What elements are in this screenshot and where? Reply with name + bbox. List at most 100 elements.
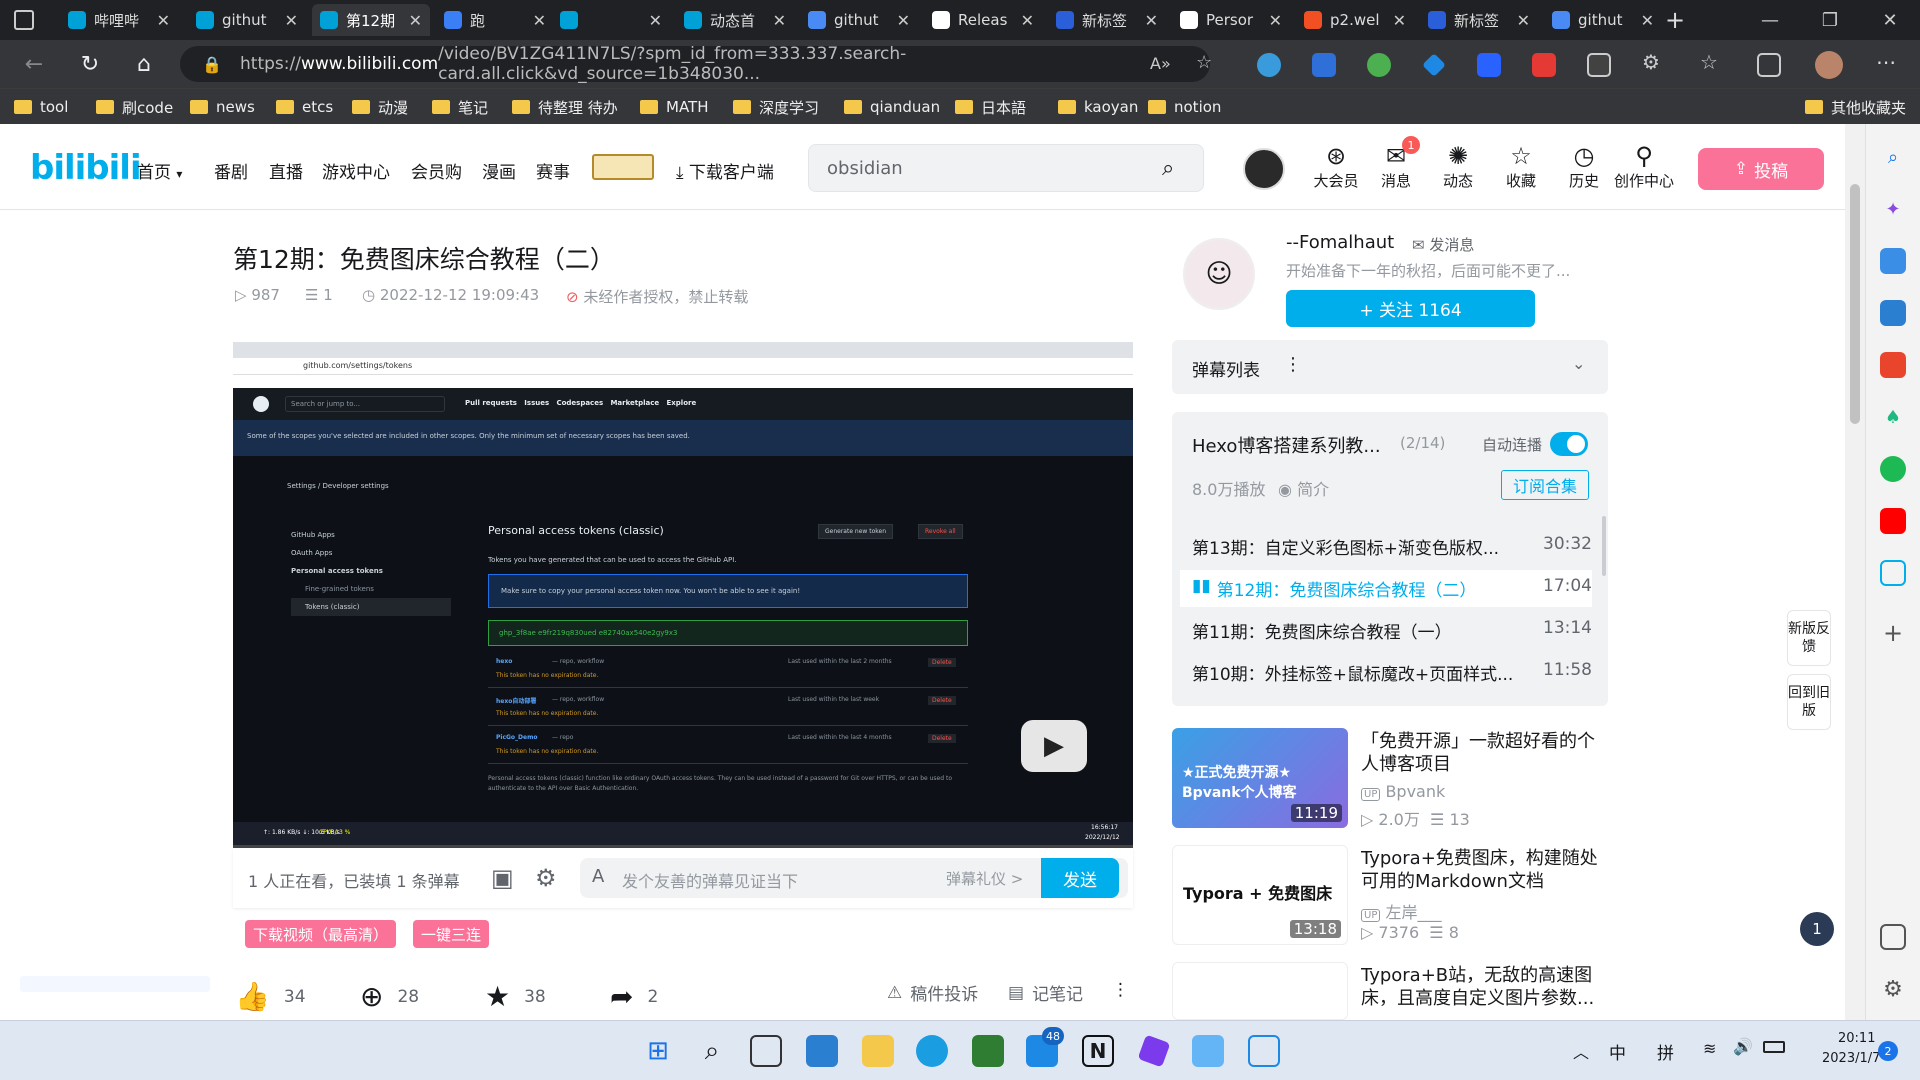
bookmark-folder[interactable]: MATH	[640, 95, 708, 119]
sidebar-toggle-icon[interactable]	[1880, 924, 1906, 950]
copilot-icon[interactable]: ✦	[1880, 196, 1906, 222]
playlist-title[interactable]: Hexo博客搭建系列教...	[1192, 432, 1381, 458]
new-tab-button[interactable]: +	[1665, 6, 1685, 34]
add-icon[interactable]: +	[1880, 619, 1906, 647]
browser-tab[interactable]: githut ✕	[188, 4, 306, 36]
close-tab-icon[interactable]: ✕	[1021, 11, 1034, 30]
recommend-thumbnail[interactable]: ★正式免费开源★ Bpvank个人博客 11:19	[1172, 728, 1348, 828]
nav-mall[interactable]: 会员购	[411, 158, 462, 183]
chevron-down-icon[interactable]: ⌄	[1572, 354, 1585, 373]
clock-time[interactable]: 20:11	[1838, 1031, 1875, 1046]
task-view-icon[interactable]	[750, 1035, 782, 1067]
bookmark-folder[interactable]: 动漫	[352, 95, 408, 119]
feedback-button[interactable]: 新版反馈	[1787, 610, 1831, 666]
close-tab-icon[interactable]: ✕	[1393, 11, 1406, 30]
search-icon[interactable]: ⌕	[696, 1035, 728, 1067]
spotify-icon[interactable]	[1880, 456, 1906, 482]
nav-game-center[interactable]: 游戏中心	[322, 158, 390, 183]
clock-date[interactable]: 2023/1/7	[1822, 1051, 1880, 1066]
playlist-episode[interactable]: 第11期：免费图床综合教程（一） 13:14	[1192, 618, 1592, 643]
bookmark-folder[interactable]: 深度学习	[733, 95, 819, 119]
shopping-icon[interactable]	[1880, 248, 1906, 274]
close-tab-icon[interactable]: ✕	[1517, 11, 1530, 30]
ime-mode[interactable]: 中	[1609, 1039, 1626, 1064]
video-player[interactable]: github.com/settings/tokens Search or jum…	[233, 342, 1133, 848]
battery-icon[interactable]	[1763, 1041, 1785, 1053]
bookmark-folder[interactable]: tool	[14, 95, 68, 119]
tab-actions-icon[interactable]	[14, 10, 34, 30]
search-input[interactable]	[808, 144, 1204, 192]
close-window-button[interactable]: ✕	[1860, 0, 1920, 40]
browser-tab[interactable]: Persor ✕	[1172, 4, 1290, 36]
close-tab-icon[interactable]: ✕	[649, 11, 662, 30]
old-version-button[interactable]: 回到旧版	[1787, 674, 1831, 730]
notes-button[interactable]: ▤ 记笔记	[1008, 980, 1083, 1006]
bookmark-folder[interactable]: 待整理 待办	[512, 95, 618, 119]
recommend-uploader[interactable]: UP 左岸___	[1361, 899, 1441, 923]
close-tab-icon[interactable]: ✕	[285, 11, 298, 30]
search-icon[interactable]: ⌕	[1880, 144, 1906, 170]
uploader-avatar[interactable]: ☺	[1183, 238, 1255, 310]
danmaku-list-panel[interactable]: 弹幕列表 ⋮ ⌄	[1172, 340, 1608, 394]
nav-anime[interactable]: 番剧	[214, 158, 248, 183]
browser-tab[interactable]: 跑 ✕	[436, 4, 554, 36]
more-menu-icon[interactable]: ⋯	[1876, 50, 1896, 74]
browser-tab[interactable]: 哔哩哔 ✕	[60, 4, 178, 36]
browser-tab[interactable]: p2.wel ✕	[1296, 4, 1414, 36]
report-button[interactable]: ⚠ 稿件投诉	[887, 980, 978, 1006]
header-history-button[interactable]: ◷ 历史	[1554, 142, 1614, 191]
subscribe-collection-button[interactable]: 订阅合集	[1501, 470, 1589, 500]
danmaku-settings-icon[interactable]: ⚙	[535, 864, 557, 892]
recommend-title[interactable]: Typora+免费图床，构建随处可用的Markdown文档	[1361, 847, 1611, 893]
extension-icon[interactable]	[1257, 53, 1281, 77]
coin-button[interactable]: ⊕ 28	[360, 980, 419, 1013]
chevron-up-icon[interactable]: ︿	[1573, 1039, 1589, 1063]
url-field[interactable]: 🔒 https://www.bilibili.com/video/BV1ZG41…	[180, 44, 1210, 84]
nav-home[interactable]: 首页 ▾	[137, 158, 182, 183]
file-explorer-icon[interactable]	[862, 1035, 894, 1067]
home-icon[interactable]: ⌂	[126, 46, 162, 82]
office-icon[interactable]	[1880, 352, 1906, 378]
browser-tab[interactable]: githut ✕	[800, 4, 918, 36]
header-vip-button[interactable]: ⊛ 大会员	[1306, 142, 1366, 191]
bookmark-folder[interactable]: 笔记	[432, 95, 488, 119]
extension-icon[interactable]	[1587, 53, 1611, 77]
playlist-episode[interactable]: 第13期：自定义彩色图标+渐变色版权... 30:32	[1192, 534, 1592, 559]
browser-tab[interactable]: githut ✕	[1544, 4, 1662, 36]
games-icon[interactable]: ♠	[1880, 404, 1906, 430]
bilibili-icon[interactable]	[1880, 560, 1906, 586]
nav-live[interactable]: 直播	[269, 158, 303, 183]
bookmark-folder[interactable]: notion	[1148, 95, 1221, 119]
close-tab-icon[interactable]: ✕	[1641, 11, 1654, 30]
start-icon[interactable]: ⊞	[642, 1035, 674, 1067]
bookmark-folder[interactable]: 日本語	[955, 95, 1026, 119]
minimize-button[interactable]: —	[1740, 0, 1800, 40]
obsidian-icon[interactable]	[1137, 1034, 1171, 1068]
send-danmaku-button[interactable]: 发送	[1041, 858, 1119, 898]
browser-tab[interactable]: 新标签 ✕	[1048, 4, 1166, 36]
browser-tab[interactable]: Releas ✕	[924, 4, 1042, 36]
danmaku-toggle-icon[interactable]: ▣	[491, 864, 514, 892]
recommend-thumbnail[interactable]: Typora + 免费图床 13:18	[1172, 845, 1348, 945]
search-icon[interactable]: ⌕	[1162, 156, 1174, 181]
bookmark-folder[interactable]: etcs	[276, 95, 333, 119]
bookmark-folder[interactable]: kaoyan	[1058, 95, 1138, 119]
volume-icon[interactable]: 🔊	[1733, 1037, 1753, 1056]
extensions-puzzle-icon[interactable]: ⚙	[1642, 50, 1666, 74]
widgets-icon[interactable]	[806, 1035, 838, 1067]
notification-count[interactable]: 2	[1878, 1041, 1898, 1061]
bookmark-folder[interactable]: qianduan	[844, 95, 940, 119]
recommend-thumbnail[interactable]	[1172, 962, 1348, 1020]
close-tab-icon[interactable]: ✕	[157, 11, 170, 30]
more-actions-icon[interactable]: ⋮	[1112, 980, 1129, 1000]
bookmark-other-folder[interactable]: 其他收藏夹	[1805, 95, 1906, 119]
read-aloud-icon[interactable]: A»	[1150, 54, 1171, 73]
browser-tab[interactable]: 动态首 ✕	[676, 4, 794, 36]
upload-button[interactable]: ⇪ 投稿	[1698, 148, 1824, 190]
playlist-episode[interactable]: ▮▮ 第12期：免费图床综合教程（二） 17:04	[1180, 570, 1592, 607]
favorites-icon[interactable]: ☆	[1700, 50, 1724, 74]
refresh-icon[interactable]: ↻	[72, 46, 108, 82]
profile-avatar[interactable]	[1815, 51, 1843, 79]
extension-icon[interactable]	[1477, 53, 1501, 77]
danmaku-list-menu-icon[interactable]: ⋮	[1284, 354, 1302, 375]
